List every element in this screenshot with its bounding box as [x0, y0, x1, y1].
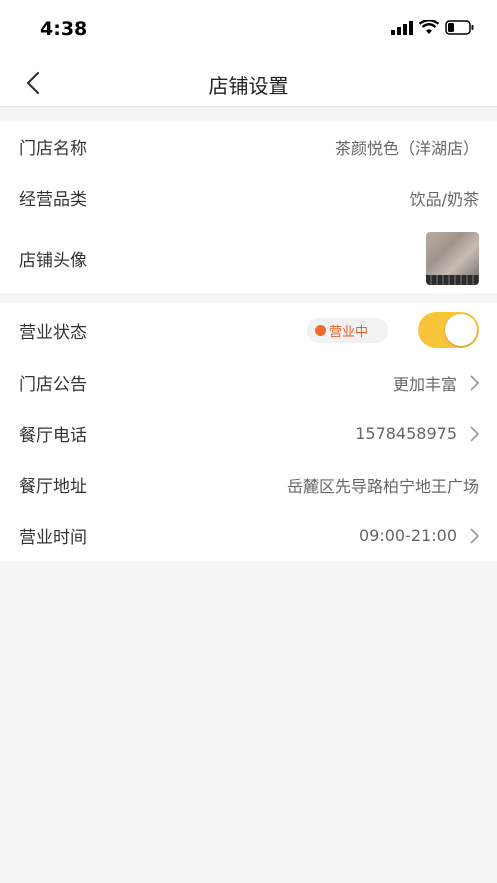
hours-value: 09:00-21:00	[359, 526, 457, 545]
hours-row[interactable]: 营业时间 09:00-21:00	[0, 510, 497, 561]
battery-icon	[445, 20, 474, 35]
status-icons	[391, 20, 475, 35]
notice-row[interactable]: 门店公告 更加丰富	[0, 357, 497, 408]
status-time: 4:38	[40, 18, 88, 40]
notice-value: 更加丰富	[392, 374, 457, 394]
status-dot-icon	[314, 324, 326, 336]
business-status-row: 营业状态 营业中	[0, 303, 497, 357]
wifi-icon	[419, 20, 439, 34]
toggle-knob	[445, 314, 477, 346]
address-row[interactable]: 餐厅地址 岳麓区先导路柏宁地王广场	[0, 459, 497, 510]
status-badge-text: 营业中	[328, 324, 368, 340]
category-label: 经营品类	[19, 190, 87, 210]
category-row[interactable]: 经营品类 饮品/奶茶	[0, 172, 497, 223]
page-title: 店铺设置	[208, 74, 289, 98]
notice-label: 门店公告	[19, 375, 87, 395]
store-name-label: 门店名称	[19, 139, 87, 159]
store-avatar[interactable]	[426, 231, 479, 285]
address-label: 餐厅地址	[19, 477, 87, 497]
store-name-row[interactable]: 门店名称 茶颜悦色（洋湖店）	[0, 121, 497, 172]
category-value: 饮品/奶茶	[409, 189, 479, 209]
phone-row[interactable]: 餐厅电话 1578458975	[0, 408, 497, 459]
avatar-label: 店铺头像	[19, 250, 87, 271]
chevron-right-icon	[470, 527, 479, 544]
nav-bar: 店铺设置	[0, 60, 497, 107]
status-badge: 营业中	[306, 317, 388, 343]
status-bar: 4:38	[0, 0, 497, 60]
business-status-toggle[interactable]	[418, 312, 479, 348]
address-value: 岳麓区先导路柏宁地王广场	[286, 476, 479, 496]
basic-info-section: 门店名称 茶颜悦色（洋湖店） 经营品类 饮品/奶茶 店铺头像	[0, 121, 497, 293]
chevron-right-icon	[470, 374, 479, 391]
store-name-value: 茶颜悦色（洋湖店）	[334, 138, 479, 158]
avatar-row[interactable]: 店铺头像	[0, 223, 497, 293]
phone-label: 餐厅电话	[19, 426, 87, 446]
chevron-right-icon	[470, 425, 479, 442]
signal-icon	[391, 20, 413, 35]
phone-value: 1578458975	[355, 424, 457, 443]
business-section: 营业状态 营业中 门店公告 更加丰富 餐厅电话 1578458975 餐厅地址 …	[0, 303, 497, 561]
business-status-label: 营业状态	[19, 322, 87, 343]
hours-label: 营业时间	[19, 528, 87, 548]
